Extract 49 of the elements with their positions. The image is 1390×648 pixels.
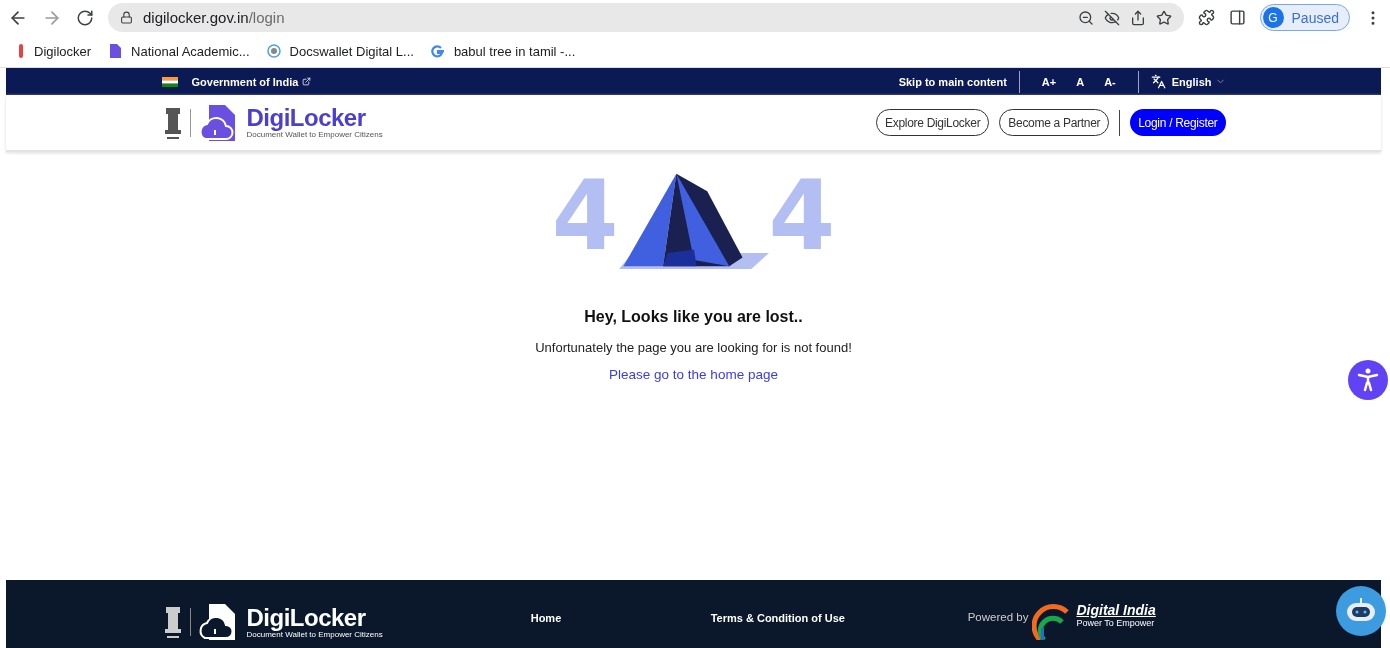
external-link-icon [302,77,312,86]
font-size-control[interactable]: A [1076,75,1085,88]
lock-icon [120,11,133,24]
g-logo-icon [429,43,446,59]
error-message: Unfortunately the page you are looking for is not found! [535,340,852,355]
document-icon [107,43,124,59]
font-size-control[interactable]: A+ [1041,75,1057,88]
share-icon[interactable] [1129,9,1146,26]
partner-name: Digital India [1076,602,1156,618]
error-heading: Hey, Looks like you are lost.. [584,308,803,326]
star-icon[interactable] [1155,9,1172,26]
eye-off-icon[interactable] [1103,9,1120,26]
bookmark-link[interactable]: Docswallet Digital L... [289,43,414,59]
url-text: digilocker.gov.in/login [143,9,285,26]
accessibility-button[interactable] [1348,360,1388,400]
avatar-initial: G [1262,7,1284,28]
extensions-icon[interactable] [1197,9,1215,26]
skip-link[interactable]: Skip to main content [898,75,1007,88]
zoom-icon[interactable] [1077,9,1094,26]
logo-name: DigiLocker [246,106,367,130]
digit-text: 4 [551,168,619,264]
powered-by-text: Powered by [967,611,1029,623]
footer-link[interactable]: Home [530,612,711,624]
address-bar[interactable]: digilocker.gov.in/login [108,3,1184,32]
language-icon [1150,74,1166,89]
reload-icon[interactable] [76,8,94,27]
bookmark-icon [16,43,26,59]
bookmark-link[interactable]: National Academic... [131,43,250,59]
chatbot-button[interactable] [1336,586,1386,636]
logo-tagline: Document Wallet to Empower Citizens [246,130,383,139]
digit-text: 4 [768,168,836,264]
partner-tagline: Power To Empower [1076,618,1156,628]
logo-name: DigiLocker [246,605,367,630]
language-selector[interactable]: English [1171,75,1226,88]
nav-button[interactable]: Become a Partner [999,109,1110,136]
side-panel-icon[interactable] [1228,9,1246,26]
bookmark-link[interactable]: Digilocker [34,43,92,59]
ring-icon [265,43,282,59]
accessibility-icon [1357,368,1379,392]
bookmark-link[interactable]: babul tree in tamil -... [453,43,576,59]
government-link[interactable]: Government of India [191,75,299,88]
home-page-link[interactable]: Please go to the home page [609,367,778,382]
nav-button[interactable]: Explore DigiLocker [876,109,990,136]
profile-button[interactable]: G Paused [1259,4,1350,31]
flag-icon [161,76,178,87]
font-size-control[interactable]: A- [1104,75,1116,88]
footer-link[interactable]: Terms & Condition of Use [710,612,968,624]
login-button[interactable]: Login / Register [1130,109,1226,136]
robot-icon [1344,596,1378,623]
